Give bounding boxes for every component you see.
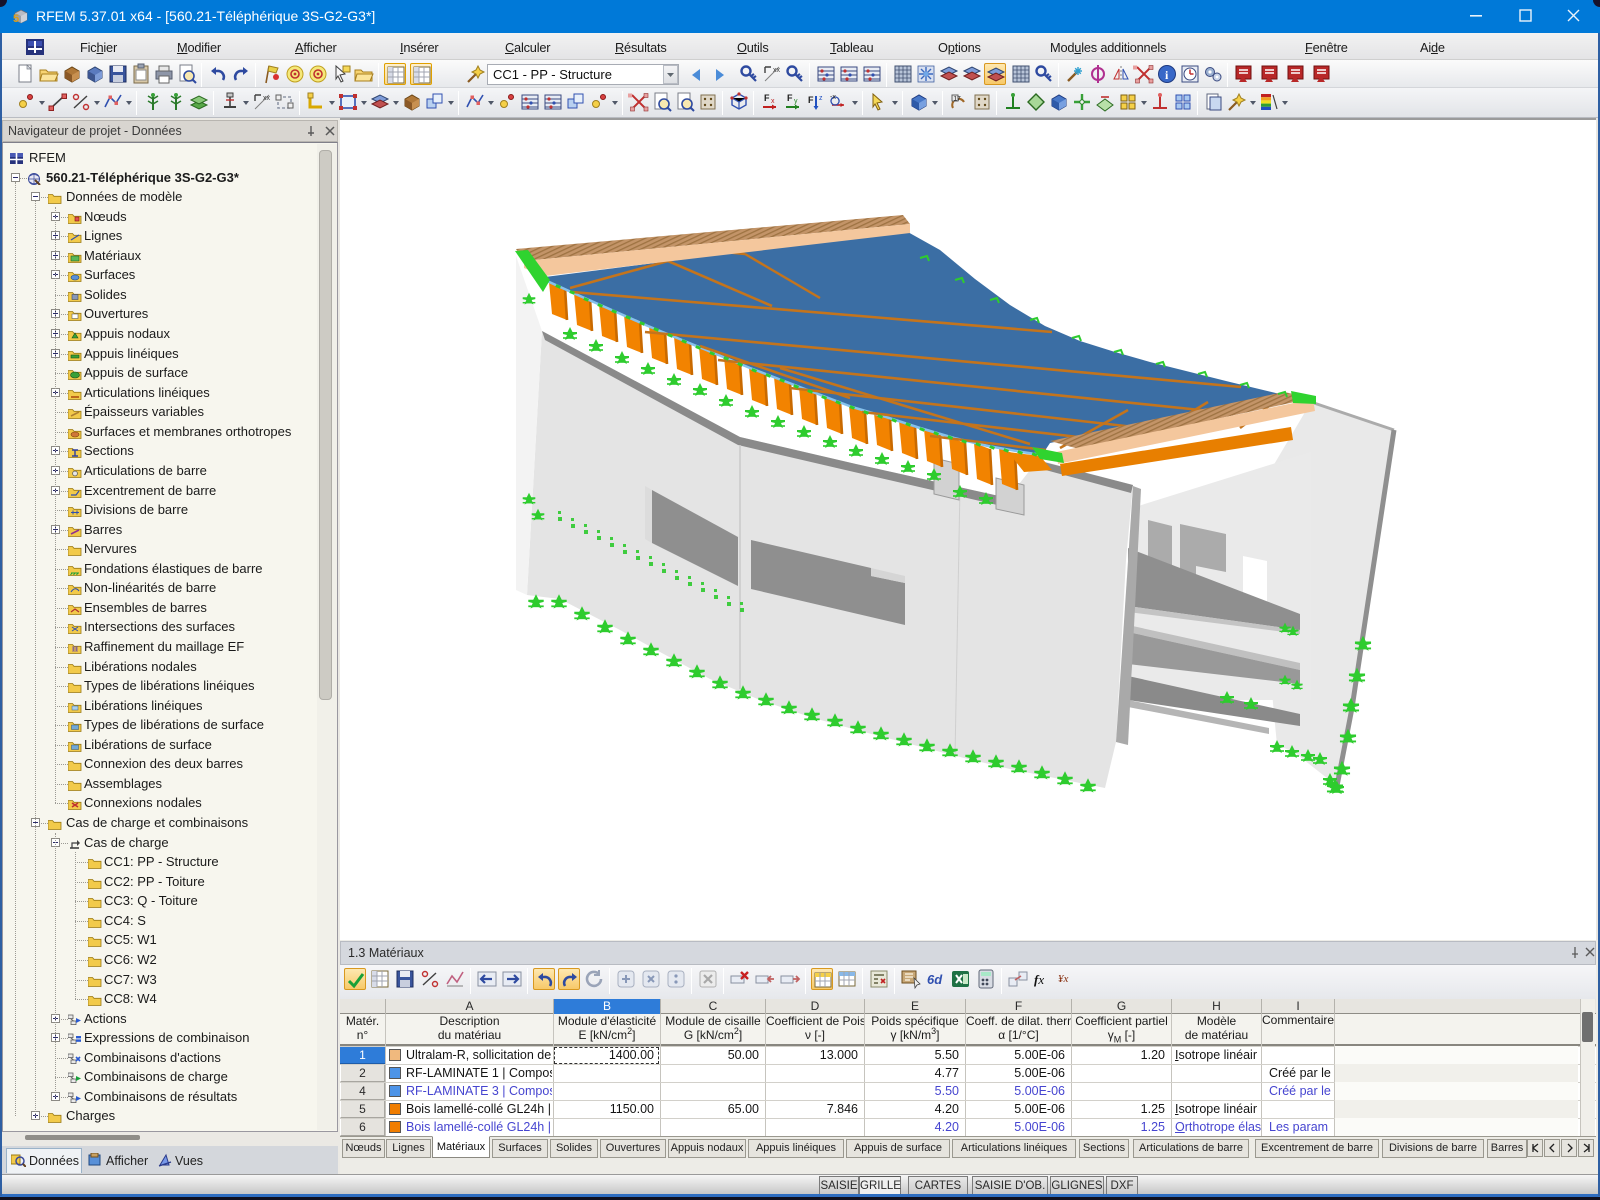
svg-text:F: F	[787, 93, 793, 103]
svg-text:xx: xx	[773, 67, 781, 74]
svg-text:xx: xx	[263, 95, 271, 102]
svg-text:6d: 6d	[927, 972, 943, 987]
svg-text:F: F	[764, 93, 770, 103]
svg-text:17: 17	[954, 96, 962, 103]
svg-text:-x: -x	[830, 94, 836, 101]
svg-text:F: F	[808, 95, 814, 105]
svg-text:¥x: ¥x	[1058, 973, 1069, 985]
svg-text:y: y	[794, 98, 798, 105]
svg-text:x: x	[771, 98, 775, 105]
svg-text:z: z	[819, 95, 823, 102]
svg-text:5: 5	[13, 13, 19, 25]
svg-text:fx: fx	[1034, 972, 1044, 987]
